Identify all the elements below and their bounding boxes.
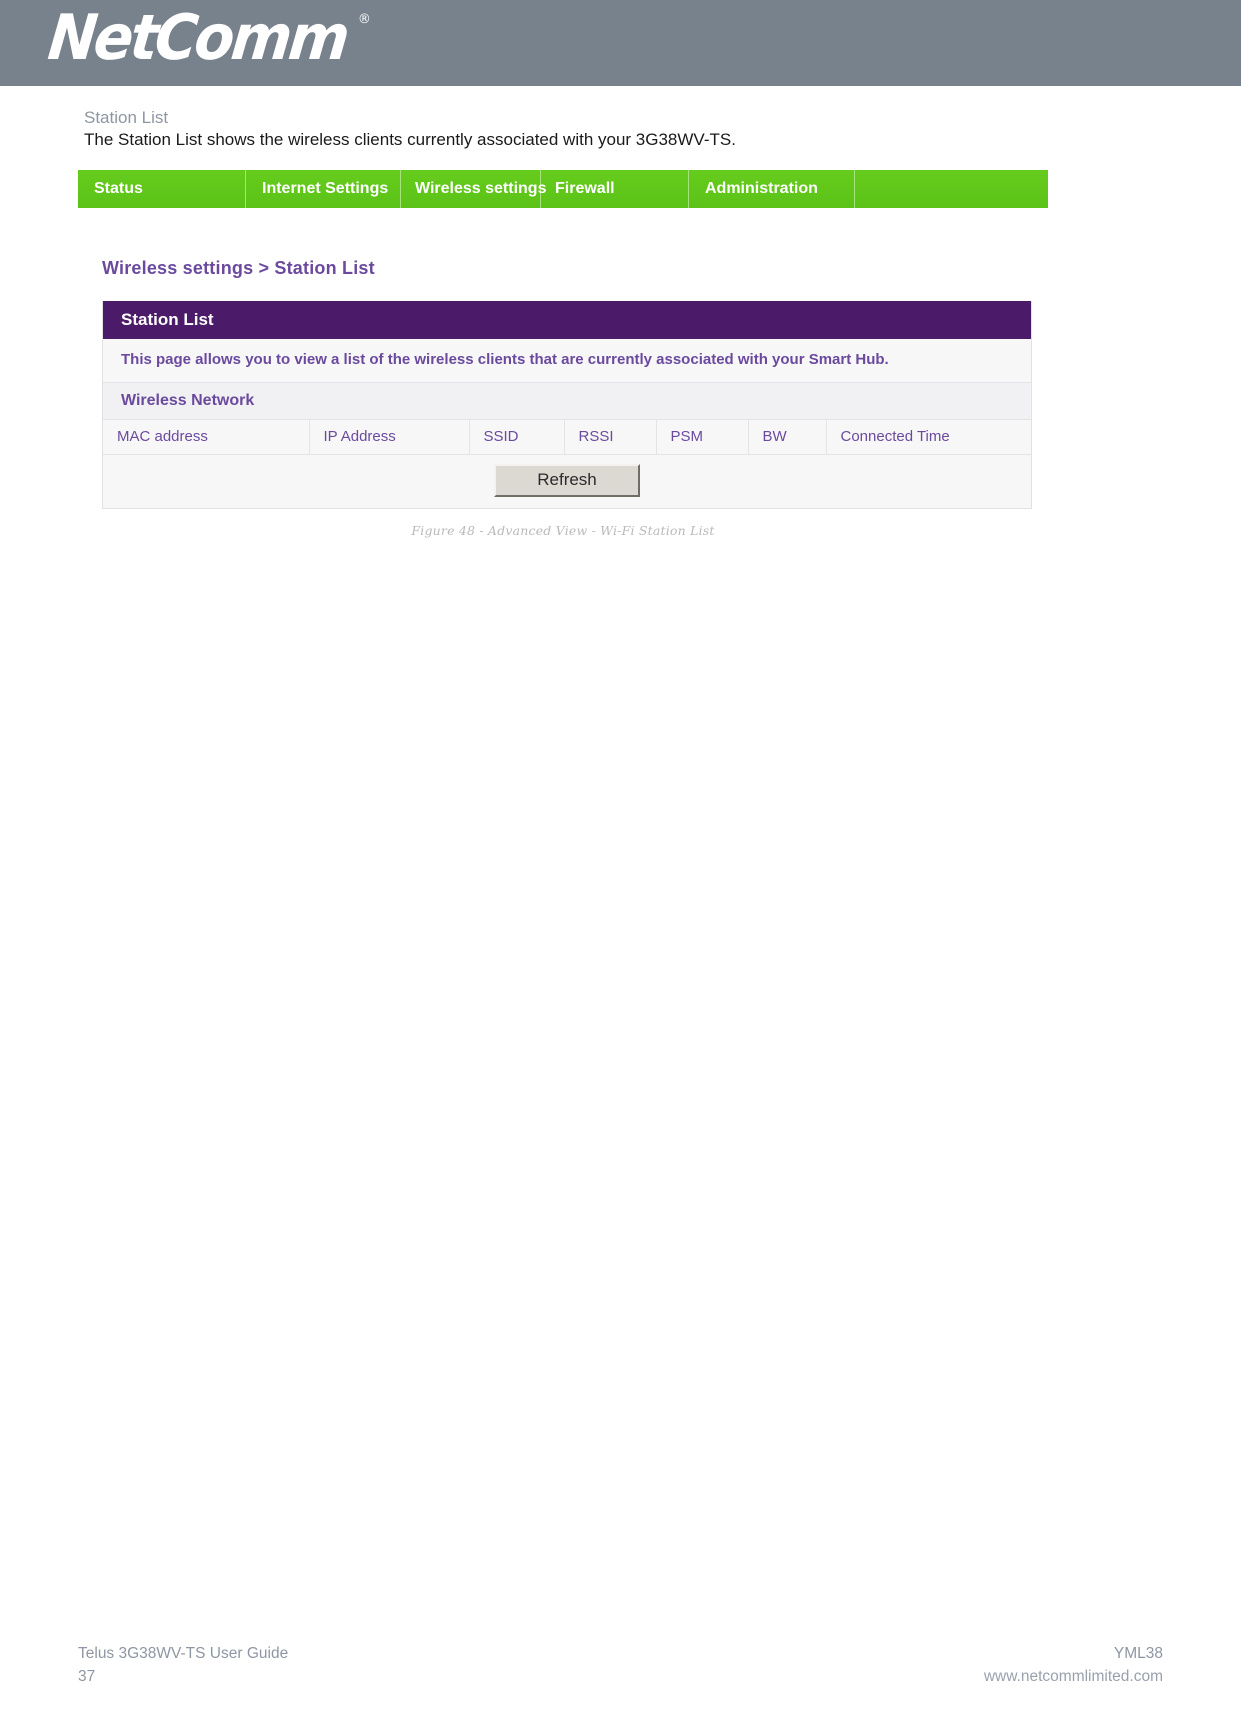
breadcrumb: Wireless settings > Station List: [102, 258, 375, 278]
column-header-bw: BW: [748, 420, 827, 455]
column-header-mac-address: MAC address: [103, 420, 310, 455]
router-navbar: Status Internet Settings Wireless settin…: [78, 170, 1048, 208]
column-header-rssi: RSSI: [564, 420, 657, 455]
masthead: NetComm ®: [0, 0, 1241, 86]
nav-item-wireless-settings[interactable]: Wireless settings: [401, 170, 546, 208]
panel-description: This page allows you to view a list of t…: [103, 339, 1031, 383]
netcomm-logo: NetComm ®: [45, 1, 371, 74]
nav-item-firewall[interactable]: Firewall: [541, 170, 689, 208]
column-header-connected-time: Connected Time: [826, 420, 1031, 455]
registered-trademark-icon: ®: [357, 12, 371, 27]
nav-item-spacer: [855, 170, 1048, 208]
page-title: Station List: [84, 108, 169, 127]
router-screenshot-figure: Status Internet Settings Wireless settin…: [78, 170, 1048, 538]
panel-actions: Refresh: [103, 455, 1031, 508]
footer-website-url: www.netcommlimited.com: [983, 1667, 1163, 1685]
panel-subsection-title: Wireless Network: [103, 383, 1031, 420]
footer-right: YML38 www.netcommlimited.com: [984, 1643, 1163, 1688]
station-list-table: MAC address IP Address SSID RSSI PSM BW …: [103, 420, 1031, 455]
station-list-panel: Station List This page allows you to vie…: [102, 301, 1032, 509]
refresh-button[interactable]: Refresh: [494, 464, 640, 497]
figure-caption: Figure 48 - Advanced View - Wi-Fi Statio…: [411, 523, 715, 538]
page-intro-text: The Station List shows the wireless clie…: [84, 130, 736, 149]
footer-page-number: 37: [78, 1667, 96, 1685]
page-root: NetComm ® Station List The Station List …: [0, 0, 1241, 1724]
footer-doc-code: YML38: [1113, 1645, 1163, 1663]
panel-title: Station List: [103, 301, 1031, 339]
column-header-ssid: SSID: [469, 420, 565, 455]
column-header-psm: PSM: [656, 420, 749, 455]
logo-wordmark: NetComm: [44, 0, 351, 75]
table-header-row: MAC address IP Address SSID RSSI PSM BW …: [103, 420, 1031, 455]
nav-item-status[interactable]: Status: [78, 170, 246, 208]
footer-left: Telus 3G38WV-TS User Guide 37: [78, 1643, 288, 1688]
column-header-ip-address: IP Address: [309, 420, 470, 455]
nav-item-administration[interactable]: Administration: [689, 170, 855, 208]
footer-guide-title: Telus 3G38WV-TS User Guide: [78, 1645, 289, 1663]
nav-item-internet-settings[interactable]: Internet Settings: [246, 170, 401, 208]
